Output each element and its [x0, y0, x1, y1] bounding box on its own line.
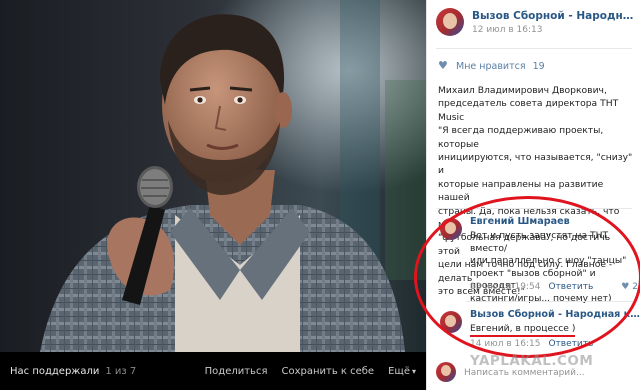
avatar[interactable] [440, 218, 462, 240]
comment: Вызов Сборной - Народная коман... Евгени… [440, 309, 640, 353]
post-text-line: "Я всегда поддерживаю проекты, которые [438, 125, 604, 150]
reply-button[interactable]: Ответить [548, 339, 593, 349]
more-label: Ещё [388, 365, 410, 377]
comment-input[interactable]: Написать комментарий... [464, 364, 634, 382]
comment-text: Вот и пусть запустят на ТНТ вместо/ или … [470, 230, 640, 305]
comment-text-line: Вот и пусть запустят на ТНТ вместо/ [470, 230, 609, 254]
like-label: Мне нравится [456, 60, 526, 72]
comment-date[interactable]: 13 июл в 19:54 [470, 282, 540, 292]
photo-viewer: Нас поддержали 1 из 7 Поделиться Сохрани… [0, 0, 426, 390]
heart-icon: ♥ [621, 282, 630, 292]
save-to-album-button[interactable]: Сохранить к себе [281, 366, 374, 377]
divider [436, 48, 632, 49]
album-title[interactable]: Нас поддержали [10, 366, 99, 377]
comment-meta: 14 июл в 16:15 Ответить [470, 339, 593, 349]
comment-author[interactable]: Вызов Сборной - Народная коман... [470, 309, 640, 320]
photo-viewer-toolbar: Нас поддержали 1 из 7 Поделиться Сохрани… [0, 352, 426, 390]
avatar[interactable] [436, 8, 464, 36]
post-date[interactable]: 12 июл в 16:13 [472, 25, 542, 35]
comment-date[interactable]: 14 июл в 16:15 [470, 339, 540, 349]
comment-meta: 13 июл в 19:54 Ответить [470, 282, 593, 292]
post-text-line: инициируются, что называется, "снизу" и [438, 152, 633, 177]
comment: Евгений Шмараев Вот и пусть запустят на … [440, 216, 640, 304]
comment-text-line: кастинги/игры... почему нет) [470, 292, 612, 304]
avatar[interactable] [440, 311, 462, 333]
divider [436, 208, 632, 209]
photo-counter: 1 из 7 [105, 365, 137, 377]
comment-like-count: 2 [632, 282, 638, 292]
comment-text-line: или параллельно с шоу "танцы" [470, 255, 627, 266]
like-count[interactable]: 19 [533, 61, 545, 72]
avatar [436, 362, 456, 382]
comment-composer: Написать комментарий... [436, 362, 636, 384]
heart-icon: ♥ [438, 59, 448, 72]
like-button[interactable]: ♥ Мне нравится 19 [438, 58, 545, 74]
comment-text-line: Евгений, в процессе ) [470, 323, 576, 337]
post-text-line: председатель совета директора ТНТ Music [438, 98, 619, 123]
comment-like-button[interactable]: ♥ 2 [621, 282, 638, 292]
reply-button[interactable]: Ответить [548, 282, 593, 292]
chevron-down-icon: ▾ [411, 366, 416, 376]
divider [466, 301, 636, 302]
photo[interactable] [0, 0, 426, 352]
comment-text: Евгений, в процессе ) [470, 323, 640, 337]
post-author-name[interactable]: Вызов Сборной - Народная коман... [472, 10, 637, 22]
post-text-line: Михаил Владимирович Дворкович, [438, 85, 607, 96]
share-button[interactable]: Поделиться [205, 366, 268, 377]
post-author: Вызов Сборной - Народная коман... 12 июл… [436, 8, 637, 40]
post-text-line: которые направлены на развитие нашей [438, 178, 604, 204]
photo-image [0, 0, 426, 352]
comment-author[interactable]: Евгений Шмараев [470, 216, 640, 227]
more-button[interactable]: Ещё ▾ [388, 366, 416, 377]
